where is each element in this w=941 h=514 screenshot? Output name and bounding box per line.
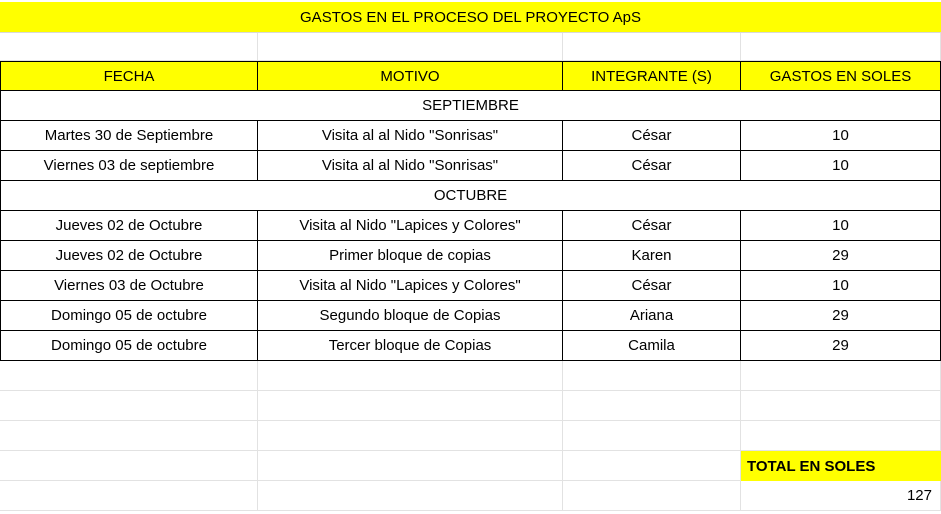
table-row: Viernes 03 de septiembre Visita al al Ni…: [0, 151, 941, 181]
month-octubre[interactable]: OCTUBRE: [0, 181, 941, 211]
empty-row: [0, 33, 941, 61]
cell-gasto[interactable]: 10: [741, 271, 941, 301]
cell-fecha[interactable]: Domingo 05 de octubre: [0, 301, 258, 331]
cell-integrante[interactable]: César: [563, 271, 741, 301]
empty-cell[interactable]: [741, 361, 941, 391]
table-row: Jueves 02 de Octubre Visita al Nido "Lap…: [0, 211, 941, 241]
empty-cell[interactable]: [0, 361, 258, 391]
header-integrante[interactable]: INTEGRANTE (S): [563, 61, 741, 91]
empty-cell[interactable]: [741, 391, 941, 421]
empty-cell[interactable]: [258, 451, 563, 481]
empty-cell[interactable]: [563, 33, 741, 61]
cell-fecha[interactable]: Jueves 02 de Octubre: [0, 241, 258, 271]
empty-cell[interactable]: [258, 391, 563, 421]
table-row: Domingo 05 de octubre Segundo bloque de …: [0, 301, 941, 331]
table-row: Martes 30 de Septiembre Visita al al Nid…: [0, 121, 941, 151]
empty-cell[interactable]: [741, 421, 941, 451]
table-row: Jueves 02 de Octubre Primer bloque de co…: [0, 241, 941, 271]
cell-integrante[interactable]: César: [563, 121, 741, 151]
header-motivo[interactable]: MOTIVO: [258, 61, 563, 91]
cell-gasto[interactable]: 29: [741, 301, 941, 331]
empty-cell[interactable]: [258, 481, 563, 511]
total-value-row: 127: [0, 481, 941, 511]
table-row: Viernes 03 de Octubre Visita al Nido "La…: [0, 271, 941, 301]
cell-motivo[interactable]: Primer bloque de copias: [258, 241, 563, 271]
cell-motivo[interactable]: Visita al al Nido "Sonrisas": [258, 151, 563, 181]
month-septiembre[interactable]: SEPTIEMBRE: [0, 91, 941, 121]
empty-cell[interactable]: [0, 421, 258, 451]
total-label[interactable]: TOTAL EN SOLES: [741, 451, 941, 481]
sheet-title[interactable]: GASTOS EN EL PROCESO DEL PROYECTO ApS: [0, 2, 941, 33]
empty-row: [0, 391, 941, 421]
empty-cell[interactable]: [563, 391, 741, 421]
cell-motivo[interactable]: Visita al Nido "Lapices y Colores": [258, 211, 563, 241]
empty-cell[interactable]: [741, 33, 941, 61]
empty-cell[interactable]: [258, 421, 563, 451]
cell-integrante[interactable]: César: [563, 151, 741, 181]
cell-fecha[interactable]: Viernes 03 de Octubre: [0, 271, 258, 301]
total-label-row: TOTAL EN SOLES: [0, 451, 941, 481]
cell-motivo[interactable]: Visita al Nido "Lapices y Colores": [258, 271, 563, 301]
empty-cell[interactable]: [0, 391, 258, 421]
empty-row: [0, 361, 941, 391]
empty-cell[interactable]: [258, 33, 563, 61]
empty-cell[interactable]: [563, 361, 741, 391]
cell-gasto[interactable]: 10: [741, 121, 941, 151]
empty-cell[interactable]: [563, 421, 741, 451]
empty-cell[interactable]: [258, 361, 563, 391]
cell-integrante[interactable]: César: [563, 211, 741, 241]
cell-fecha[interactable]: Martes 30 de Septiembre: [0, 121, 258, 151]
cell-integrante[interactable]: Camila: [563, 331, 741, 361]
empty-cell[interactable]: [0, 481, 258, 511]
cell-integrante[interactable]: Karen: [563, 241, 741, 271]
cell-integrante[interactable]: Ariana: [563, 301, 741, 331]
empty-cell[interactable]: [563, 451, 741, 481]
empty-cell[interactable]: [0, 451, 258, 481]
spreadsheet: GASTOS EN EL PROCESO DEL PROYECTO ApS FE…: [0, 0, 941, 514]
cell-gasto[interactable]: 29: [741, 331, 941, 361]
empty-cell[interactable]: [563, 481, 741, 511]
empty-row: [0, 421, 941, 451]
empty-cell[interactable]: [0, 33, 258, 61]
header-fecha[interactable]: FECHA: [0, 61, 258, 91]
cell-fecha[interactable]: Viernes 03 de septiembre: [0, 151, 258, 181]
table-row: Domingo 05 de octubre Tercer bloque de C…: [0, 331, 941, 361]
cell-motivo[interactable]: Visita al al Nido "Sonrisas": [258, 121, 563, 151]
cell-motivo[interactable]: Segundo bloque de Copias: [258, 301, 563, 331]
cell-motivo[interactable]: Tercer bloque de Copias: [258, 331, 563, 361]
total-value[interactable]: 127: [741, 481, 941, 511]
month-row: OCTUBRE: [0, 181, 941, 211]
header-gastos[interactable]: GASTOS EN SOLES: [741, 61, 941, 91]
cell-gasto[interactable]: 10: [741, 211, 941, 241]
header-row: FECHA MOTIVO INTEGRANTE (S) GASTOS EN SO…: [0, 61, 941, 91]
cell-fecha[interactable]: Jueves 02 de Octubre: [0, 211, 258, 241]
cell-fecha[interactable]: Domingo 05 de octubre: [0, 331, 258, 361]
cell-gasto[interactable]: 10: [741, 151, 941, 181]
sheet-title-text: GASTOS EN EL PROCESO DEL PROYECTO ApS: [300, 8, 641, 26]
cell-gasto[interactable]: 29: [741, 241, 941, 271]
month-row: SEPTIEMBRE: [0, 91, 941, 121]
